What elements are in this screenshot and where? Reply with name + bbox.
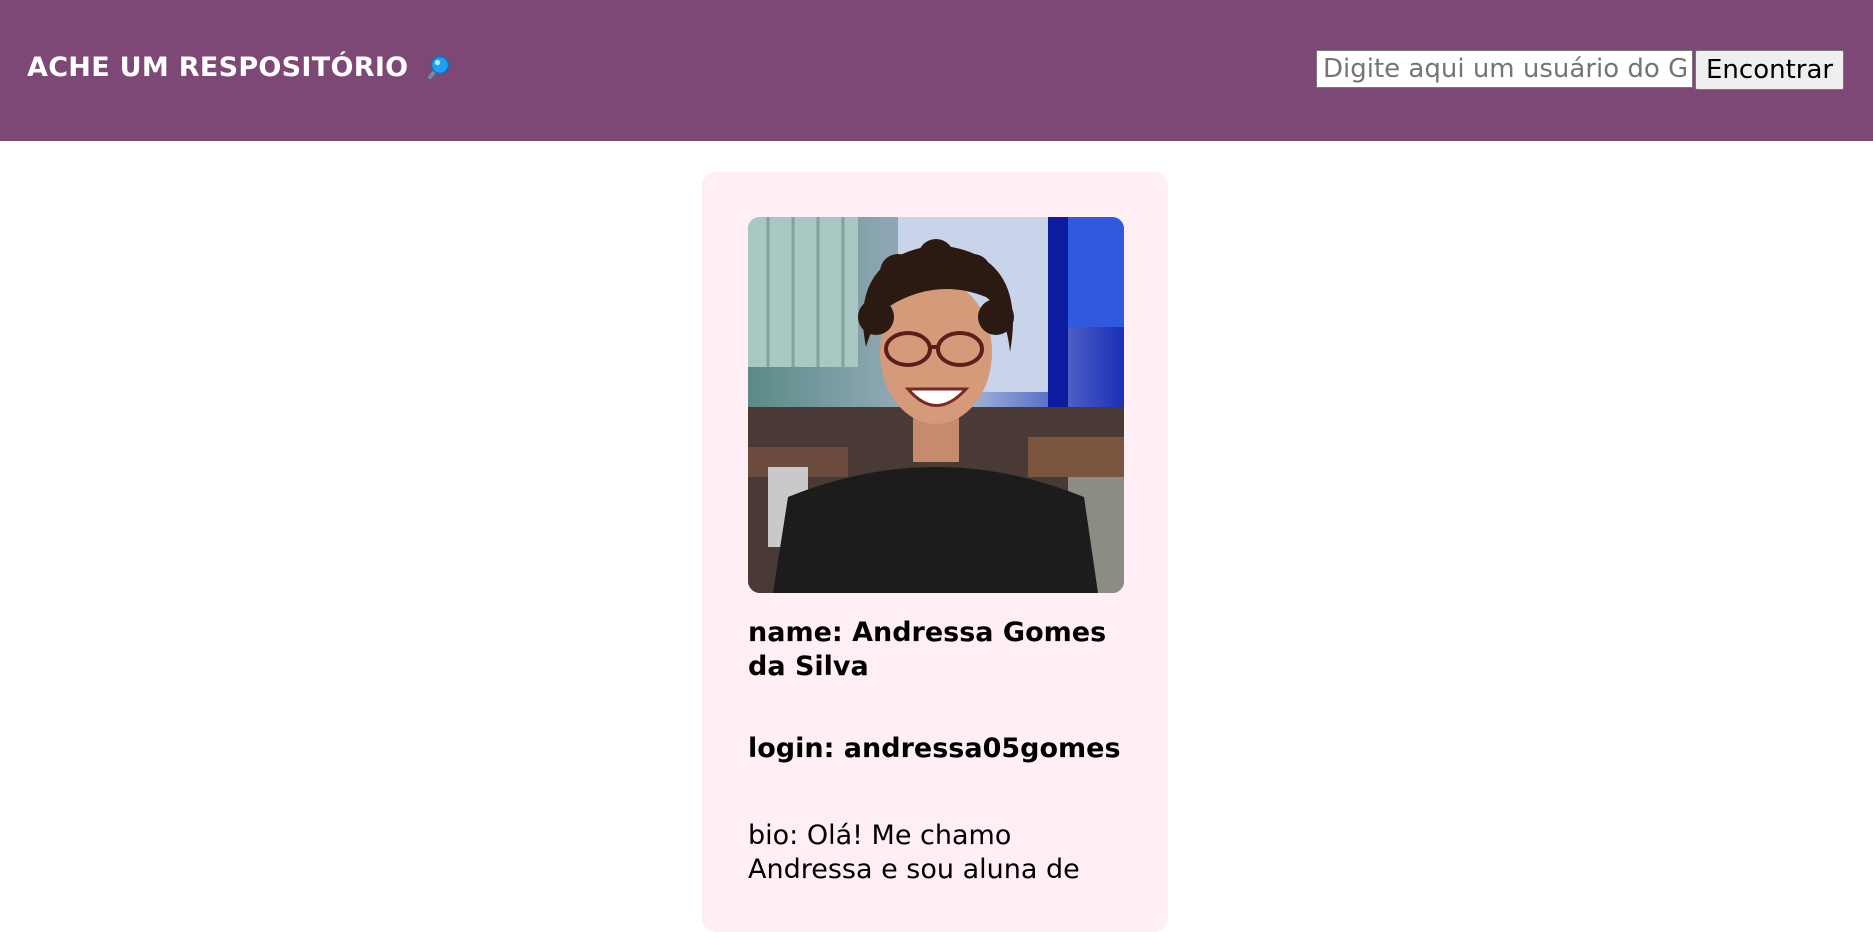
search-input[interactable]	[1316, 50, 1693, 88]
find-button[interactable]: Encontrar	[1695, 50, 1845, 90]
profile-name: name: Andressa Gomes da Silva	[748, 617, 1107, 682]
app-brand: ACHE UM RESPOSITÓRIO	[27, 52, 452, 83]
app-title: ACHE UM RESPOSITÓRIO	[27, 52, 409, 83]
profile-login: login: andressa05gomes	[748, 733, 1121, 764]
top-header: ACHE UM RESPOSITÓRIO Encontrar	[0, 0, 1873, 141]
profile-card: name: Andressa Gomes da Silva login: and…	[702, 172, 1168, 932]
magnifying-glass-icon	[422, 53, 452, 83]
search-form: Encontrar	[1316, 50, 1845, 90]
profile-photo	[748, 217, 1124, 593]
profile-bio: bio: Olá! Me chamo Andressa e sou aluna …	[748, 820, 1080, 885]
